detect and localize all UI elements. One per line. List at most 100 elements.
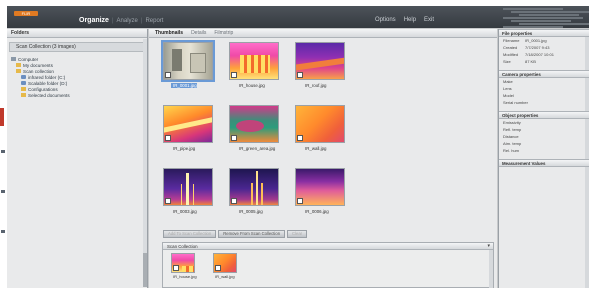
property-row: Modified 7/18/2007 10:01 xyxy=(499,51,589,58)
thumbnail[interactable]: IR_house.jpg xyxy=(229,42,283,88)
collection-title: Scan Collection xyxy=(167,244,198,249)
scrollbar-thumb[interactable] xyxy=(143,253,147,287)
scan-collection-panel: Scan Collection ▾ IR_house.jpg IR_wall.jp… xyxy=(162,242,494,288)
edge-dot xyxy=(1,190,5,193)
menu-exit[interactable]: Exit xyxy=(424,17,434,23)
property-value: 7/7/2007 9:43 xyxy=(525,45,550,50)
property-key: Modified xyxy=(503,52,519,57)
collection-item-caption: IR_wall.jpg xyxy=(215,274,235,279)
section-header[interactable]: Measurement Values xyxy=(499,159,589,167)
thumbnail[interactable]: IR_0006.jpg xyxy=(295,168,349,214)
property-row: Atm. temp xyxy=(499,140,589,147)
thumbnail-caption: IR_roof.jpg xyxy=(305,83,327,88)
thumbnail-caption: IR_wall.jpg xyxy=(305,146,327,151)
property-row: Model xyxy=(499,92,589,99)
thumbnail[interactable]: IR_roof.jpg xyxy=(295,42,349,88)
folders-title: Folders xyxy=(7,29,147,38)
property-key: Distance xyxy=(503,134,519,139)
hatch-stripe xyxy=(511,11,589,13)
image-type-icon xyxy=(231,198,237,204)
top-menu: Options Help Exit xyxy=(375,17,434,23)
collection-item[interactable]: IR_house.jpg xyxy=(171,253,201,279)
folder-icon xyxy=(21,87,26,91)
image-type-icon xyxy=(165,135,171,141)
thumbnail[interactable]: IR_0001.jpg xyxy=(161,40,217,88)
top-bar: FLIR Organize | Analyze | Report Options… xyxy=(7,6,589,28)
thumbnail-caption: IR_0006.jpg xyxy=(305,209,329,214)
property-key: Created xyxy=(503,45,518,50)
hatch-stripe xyxy=(503,26,563,28)
nav-separator: | xyxy=(140,18,143,24)
properties-section: File properties Filename IR_0001.jpg Create… xyxy=(499,29,589,65)
image-browser: Thumbnails Details Filmstrip IR_0001.jpg… xyxy=(149,29,497,288)
tree-node-label: infrared folder (C:) xyxy=(28,74,66,80)
hatch-stripe xyxy=(511,20,571,22)
collection-scrollbar[interactable] xyxy=(489,250,493,288)
hatch-stripe xyxy=(519,23,589,25)
section-header[interactable]: File properties xyxy=(499,29,589,37)
folder-selector-label: Scan Collection (3 images) xyxy=(16,44,76,50)
thumbnail-grid: IR_0001.jpg IR_house.jpg IR_roof.jpg IR_pip… xyxy=(161,40,363,232)
app-logo: FLIR xyxy=(14,11,38,16)
folders-scrollbar[interactable] xyxy=(143,39,147,287)
collection-item[interactable]: IR_wall.jpg xyxy=(213,253,243,279)
property-row: Size 87 KB xyxy=(499,58,589,65)
image-type-icon xyxy=(165,72,171,78)
property-value: 87 KB xyxy=(525,59,536,64)
nav-report[interactable]: Report xyxy=(145,18,163,24)
thumbnail[interactable]: IR_0005.jpg xyxy=(229,168,283,214)
thermal-image xyxy=(295,105,345,143)
properties-panel: File properties Filename IR_0001.jpg Create… xyxy=(498,29,589,288)
folder-icon xyxy=(16,63,21,67)
folder-selector[interactable]: Scan Collection (3 images) xyxy=(9,42,145,52)
thermal-image xyxy=(161,40,215,82)
tree-node-label: Scalable folder (D:) xyxy=(28,80,68,86)
app-window: FLIR Organize | Analyze | Report Options… xyxy=(7,6,589,288)
thumbnail[interactable]: IR_green_area.jpg xyxy=(229,105,283,151)
section-header[interactable]: Object properties xyxy=(499,111,589,119)
property-row: Rel. hum xyxy=(499,147,589,154)
image-type-icon xyxy=(173,265,179,271)
clear-button[interactable]: Clear xyxy=(287,230,308,238)
menu-options[interactable]: Options xyxy=(375,17,396,23)
tree-node-label: Selected documents xyxy=(28,92,70,98)
computer-icon xyxy=(11,57,16,61)
close-icon[interactable]: ▾ xyxy=(487,243,490,250)
folder-icon xyxy=(16,69,21,73)
thumbnail-caption: IR_green_area.jpg xyxy=(239,146,276,151)
properties-section: Measurement Values xyxy=(499,159,589,167)
thermal-image xyxy=(229,42,279,80)
property-value: IR_0001.jpg xyxy=(525,38,547,43)
thermal-image xyxy=(163,105,213,143)
thumbnail-caption: IR_0001.jpg xyxy=(171,83,197,88)
edge-marker xyxy=(0,108,4,126)
header-decoration xyxy=(497,6,589,28)
edge-dot xyxy=(1,150,5,153)
thumbnail-caption: IR_house.jpg xyxy=(239,83,265,88)
remove-from-collection-button[interactable]: Remove From Scan Collection xyxy=(218,230,286,238)
tab-filmstrip[interactable]: Filmstrip xyxy=(214,30,233,36)
tree-node-label: My documents xyxy=(23,62,53,68)
property-row: Serial number xyxy=(499,99,589,106)
add-to-collection-button[interactable]: Add To Scan Collection xyxy=(163,230,217,238)
nav-organize[interactable]: Organize xyxy=(79,17,109,24)
edge-dot xyxy=(1,230,5,233)
thumbnail[interactable]: IR_0003.jpg xyxy=(163,168,217,214)
thumbnail-caption: IR_pipe.jpg xyxy=(173,146,196,151)
thumbnail[interactable]: IR_wall.jpg xyxy=(295,105,349,151)
tree-node-label: Computer xyxy=(18,56,39,62)
collection-header: Scan Collection ▾ xyxy=(163,243,493,250)
property-key: Make xyxy=(503,79,513,84)
property-value: 7/18/2007 10:01 xyxy=(525,52,554,57)
nav-analyze[interactable]: Analyze xyxy=(117,18,138,24)
tree-node[interactable]: Selected documents xyxy=(11,92,147,98)
property-row: Created 7/7/2007 9:43 xyxy=(499,44,589,51)
thermal-image xyxy=(229,105,279,143)
section-header[interactable]: Camera properties xyxy=(499,70,589,78)
tab-thumbnails[interactable]: Thumbnails xyxy=(155,30,183,36)
tab-details[interactable]: Details xyxy=(191,30,206,36)
properties-section: Object properties Emissivity Refl. temp Dis… xyxy=(499,111,589,154)
collection-item-caption: IR_house.jpg xyxy=(173,274,197,279)
menu-help[interactable]: Help xyxy=(404,17,416,23)
thumbnail[interactable]: IR_pipe.jpg xyxy=(163,105,217,151)
